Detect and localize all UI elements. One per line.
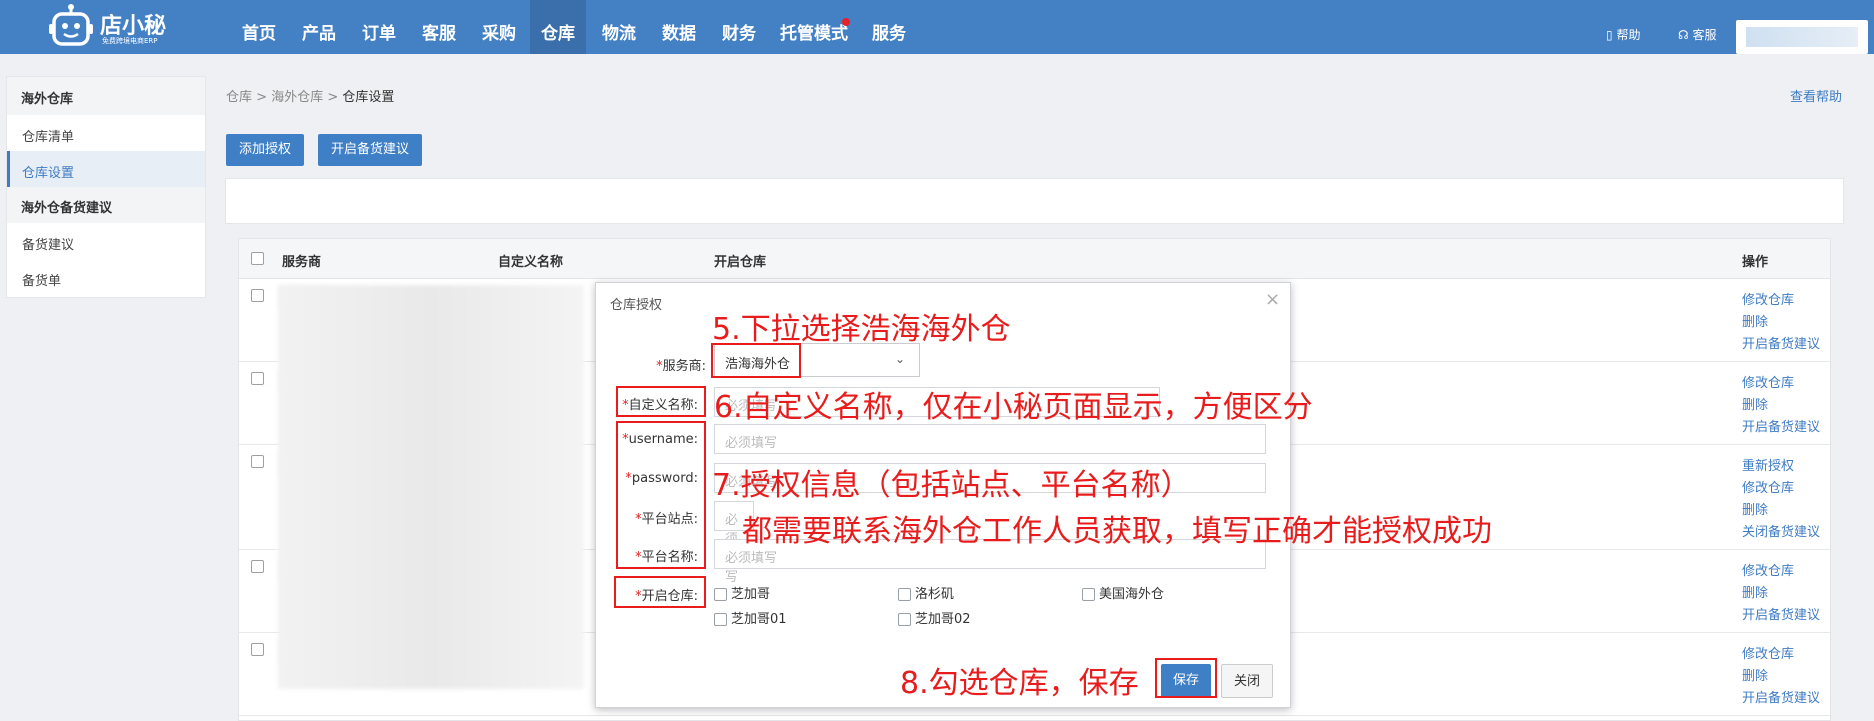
nav-managed-mode[interactable]: 托管模式 — [774, 0, 854, 54]
op-edit-warehouse[interactable]: 修改仓库 — [1742, 477, 1794, 496]
sidebar-item-warehouse-settings[interactable]: 仓库设置 — [7, 151, 205, 187]
col-enabled-warehouses: 开启仓库 — [714, 255, 767, 270]
op-enable-stock[interactable]: 开启备货建议 — [1742, 333, 1820, 352]
breadcrumb-current: 仓库设置 — [342, 90, 395, 105]
notification-dot — [842, 18, 850, 26]
annotation-step-7: 7.授权信息（包括站点、平台名称） — [712, 468, 1191, 503]
logo[interactable]: 店小秘 免费跨境电商ERP — [48, 2, 178, 48]
warehouse-option-us-overseas[interactable]: 美国海外仓 — [1082, 583, 1164, 602]
nav-products[interactable]: 产品 — [294, 0, 344, 54]
op-enable-stock[interactable]: 开启备货建议 — [1742, 687, 1820, 706]
book-icon: ▯ — [1606, 28, 1613, 42]
op-enable-stock[interactable]: 开启备货建议 — [1742, 416, 1820, 435]
enable-stock-suggestion-button[interactable]: 开启备货建议 — [318, 134, 422, 166]
breadcrumb-overseas[interactable]: 海外仓库 — [271, 90, 323, 105]
robot-logo-icon — [49, 4, 93, 46]
top-service-label: 客服 — [1692, 28, 1717, 42]
col-actions: 操作 — [1742, 255, 1769, 270]
sidebar-item-stock-suggestion[interactable]: 备货建议 — [7, 223, 205, 259]
op-disable-stock[interactable]: 关闭备货建议 — [1742, 521, 1820, 540]
top-help-link[interactable]: ▯ 帮助 — [1606, 26, 1640, 43]
warehouse-option-chicago[interactable]: 芝加哥 — [714, 583, 770, 602]
sidebar: 海外仓库 仓库清单 仓库设置 海外仓备货建议 备货建议 备货单 — [6, 76, 206, 298]
annotation-step-7-note: 都需要联系海外仓工作人员获取，填写正确才能授权成功 — [742, 514, 1492, 549]
op-reauthorize[interactable]: 重新授权 — [1742, 455, 1794, 474]
op-edit-warehouse[interactable]: 修改仓库 — [1742, 560, 1794, 579]
add-authorization-button[interactable]: 添加授权 — [226, 134, 304, 166]
filter-panel — [225, 178, 1844, 224]
provider-label: *服务商: — [656, 359, 706, 374]
op-edit-warehouse[interactable]: 修改仓库 — [1742, 289, 1794, 308]
breadcrumb: 仓库 > 海外仓库 > 仓库设置 — [226, 90, 395, 105]
op-delete[interactable]: 删除 — [1742, 582, 1768, 601]
view-help-link[interactable]: 查看帮助 — [1790, 86, 1842, 105]
chevron-down-icon: ⌄ — [895, 352, 906, 366]
row-checkbox[interactable] — [251, 455, 264, 468]
row-checkbox[interactable] — [251, 372, 264, 385]
nav-orders[interactable]: 订单 — [354, 0, 404, 54]
row-checkbox[interactable] — [251, 560, 264, 573]
annotation-box-warehouses — [614, 576, 706, 608]
nav-data[interactable]: 数据 — [654, 0, 704, 54]
col-custom-name: 自定义名称 — [498, 255, 564, 270]
select-all-checkbox[interactable] — [251, 252, 264, 265]
sidebar-group-stock-suggestion: 海外仓备货建议 — [7, 187, 205, 223]
col-provider: 服务商 — [282, 255, 322, 270]
nav-home[interactable]: 首页 — [234, 0, 284, 54]
table-header: 服务商 自定义名称 开启仓库 操作 — [239, 239, 1830, 279]
op-edit-warehouse[interactable]: 修改仓库 — [1742, 372, 1794, 391]
nav-logistics[interactable]: 物流 — [594, 0, 644, 54]
nav-finance[interactable]: 财务 — [714, 0, 764, 54]
annotation-box-custom-name — [616, 386, 706, 417]
dialog-title: 仓库授权 — [610, 298, 663, 313]
checkbox[interactable] — [714, 613, 727, 626]
warehouse-option-los-angeles[interactable]: 洛杉矶 — [898, 583, 954, 602]
warehouse-option-chicago02[interactable]: 芝加哥02 — [898, 608, 971, 627]
annotation-step-8: 8.勾选仓库，保存 — [900, 666, 1139, 701]
annotation-box-save — [1155, 658, 1217, 698]
row-checkbox[interactable] — [251, 643, 264, 656]
top-service-link[interactable]: ☊ 客服 — [1678, 26, 1717, 43]
sidebar-item-warehouse-list[interactable]: 仓库清单 — [7, 115, 205, 151]
close-icon[interactable]: × — [1265, 289, 1280, 310]
sidebar-item-stock-order[interactable]: 备货单 — [7, 259, 205, 295]
op-delete[interactable]: 删除 — [1742, 394, 1768, 413]
nav-warehouse[interactable]: 仓库 — [530, 0, 586, 54]
close-button[interactable]: 关闭 — [1221, 664, 1273, 698]
op-delete[interactable]: 删除 — [1742, 311, 1768, 330]
annotation-box-auth-info — [616, 421, 706, 569]
logo-subtitle: 免费跨境电商ERP — [102, 37, 158, 45]
annotation-box-provider — [711, 343, 801, 378]
nav-customer-service[interactable]: 客服 — [414, 0, 464, 54]
annotation-step-5: 5.下拉选择浩海海外仓 — [712, 312, 1011, 347]
op-enable-stock[interactable]: 开启备货建议 — [1742, 604, 1820, 623]
breadcrumb-warehouse[interactable]: 仓库 — [226, 90, 252, 105]
checkbox[interactable] — [898, 613, 911, 626]
checkbox[interactable] — [898, 588, 911, 601]
top-help-label: 帮助 — [1616, 28, 1641, 42]
warehouse-option-chicago01[interactable]: 芝加哥01 — [714, 608, 787, 627]
blurred-table-data — [278, 285, 584, 689]
checkbox[interactable] — [714, 588, 727, 601]
user-account-box[interactable] — [1736, 20, 1868, 54]
op-edit-warehouse[interactable]: 修改仓库 — [1742, 643, 1794, 662]
username-input[interactable]: 必须填写 — [714, 424, 1266, 454]
sidebar-group-overseas-warehouse: 海外仓库 — [7, 77, 205, 115]
row-checkbox[interactable] — [251, 289, 264, 302]
op-delete[interactable]: 删除 — [1742, 499, 1768, 518]
op-delete[interactable]: 删除 — [1742, 665, 1768, 684]
top-nav-bar: 店小秘 免费跨境电商ERP 首页 产品 订单 客服 采购 仓库 物流 数据 财务… — [0, 0, 1874, 54]
checkbox[interactable] — [1082, 588, 1095, 601]
nav-services[interactable]: 服务 — [864, 0, 914, 54]
annotation-step-6: 6.自定义名称，仅在小秘页面显示，方便区分 — [714, 390, 1313, 425]
nav-purchase[interactable]: 采购 — [474, 0, 524, 54]
headset-icon: ☊ — [1678, 28, 1689, 42]
